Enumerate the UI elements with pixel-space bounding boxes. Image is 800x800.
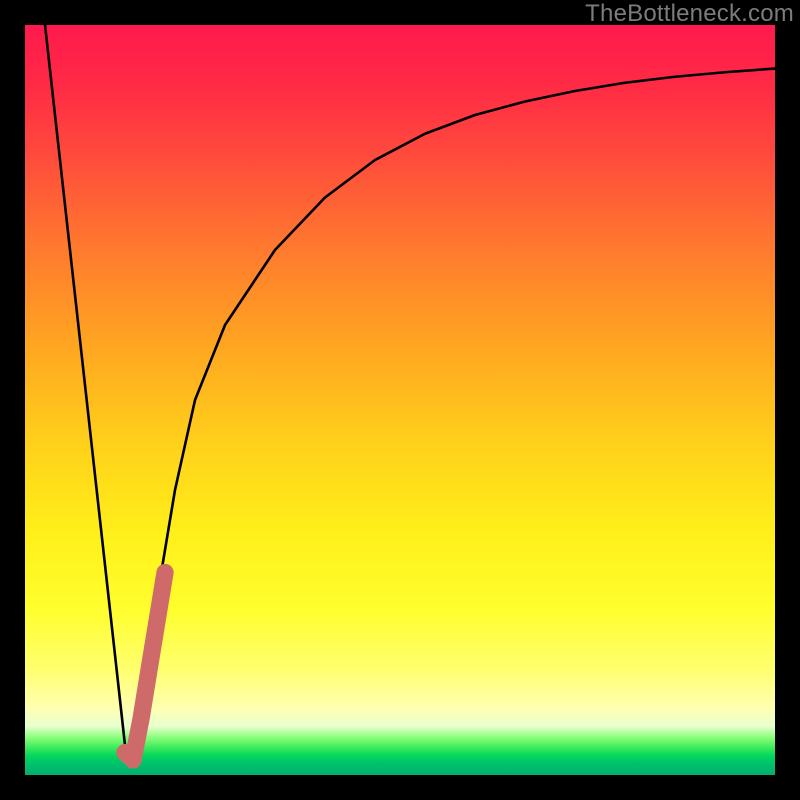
chart-frame: TheBottleneck.com <box>0 0 800 800</box>
watermark-text: TheBottleneck.com <box>585 0 794 28</box>
highlight-segment <box>125 573 165 761</box>
plot-area <box>25 25 775 775</box>
chart-svg <box>25 25 775 775</box>
